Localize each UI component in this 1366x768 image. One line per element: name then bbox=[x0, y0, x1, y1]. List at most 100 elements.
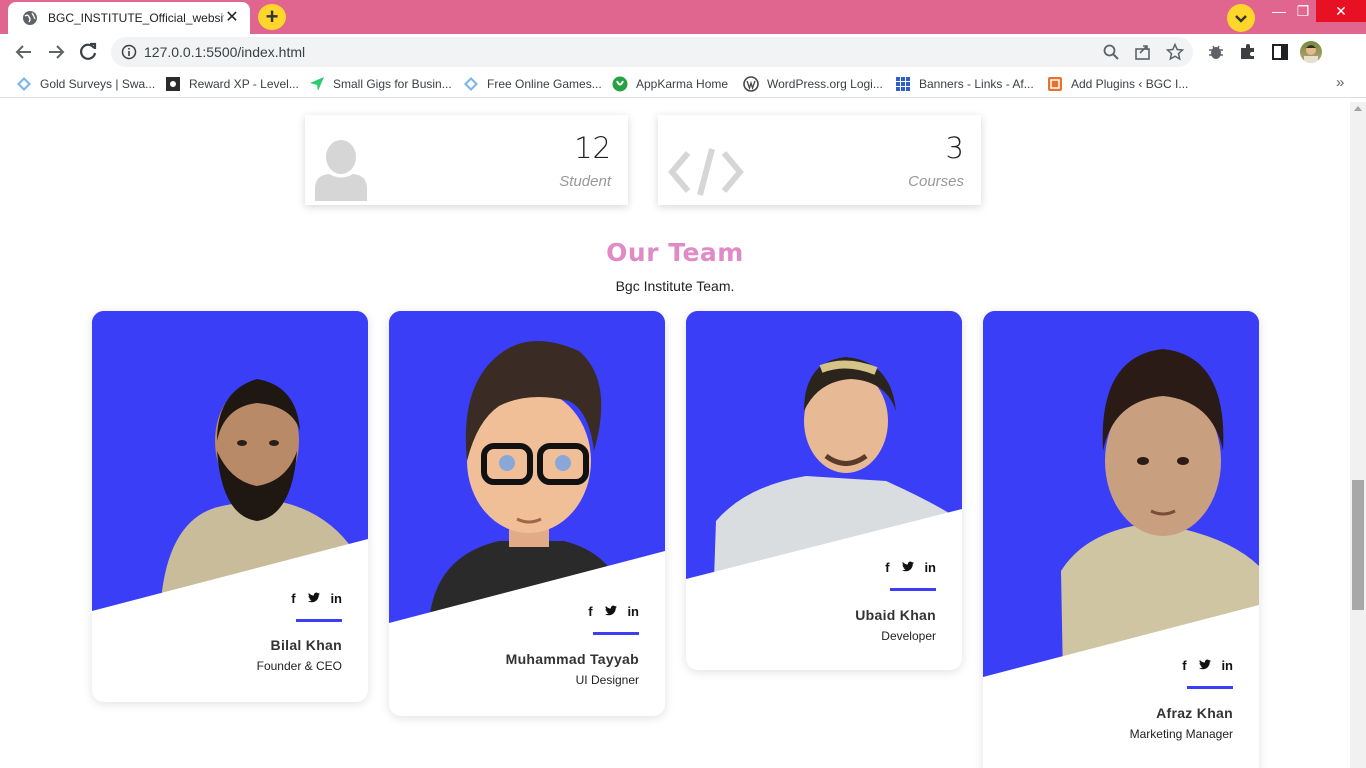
arrow-icon bbox=[310, 77, 324, 91]
profile-face-icon bbox=[1304, 45, 1318, 63]
stat-card-courses: 3 Courses bbox=[658, 115, 981, 205]
linkedin-icon[interactable]: in bbox=[924, 560, 936, 575]
bookmark-label: Free Online Games... bbox=[487, 77, 602, 91]
diamond-icon bbox=[17, 77, 31, 91]
member-role: Founder & CEO bbox=[256, 659, 342, 673]
linkedin-icon[interactable]: in bbox=[330, 591, 342, 606]
scrollbar-thumb[interactable] bbox=[1352, 480, 1364, 610]
back-icon[interactable] bbox=[12, 40, 36, 64]
share-icon[interactable] bbox=[1134, 43, 1152, 61]
browser-tab[interactable]: BGC_INSTITUTE_Official_website ✕ bbox=[8, 2, 250, 34]
section-title: Our Team bbox=[606, 238, 744, 267]
user-icon bbox=[315, 140, 367, 201]
facebook-icon[interactable]: f bbox=[882, 560, 892, 575]
chevron-down-icon bbox=[1235, 15, 1247, 23]
accent-underline bbox=[593, 632, 639, 635]
side-panel-icon[interactable] bbox=[1270, 42, 1290, 62]
member-photo bbox=[686, 311, 962, 579]
social-links: f in bbox=[882, 560, 936, 575]
reload-icon[interactable] bbox=[76, 40, 100, 64]
bookmark-star-icon[interactable] bbox=[1166, 43, 1184, 61]
globe-icon bbox=[23, 11, 37, 25]
bookmark-item[interactable]: Reward XP - Level... bbox=[165, 75, 299, 93]
diamond-icon bbox=[464, 77, 478, 91]
team-card-afraz: f in Afraz Khan Marketing Manager bbox=[983, 311, 1259, 768]
bookmark-item[interactable]: AppKarma Home bbox=[612, 75, 728, 93]
social-links: f in bbox=[585, 604, 639, 619]
member-photo bbox=[389, 311, 665, 623]
rewardxp-icon bbox=[166, 77, 180, 91]
zoom-icon[interactable] bbox=[1102, 43, 1120, 61]
bookmark-label: Reward XP - Level... bbox=[189, 77, 299, 91]
address-bar[interactable]: 127.0.0.1:5500/index.html bbox=[111, 37, 1193, 67]
site-info-icon[interactable] bbox=[121, 44, 137, 60]
accent-underline bbox=[1187, 686, 1233, 689]
member-name: Ubaid Khan bbox=[855, 607, 936, 623]
bookmark-label: Add Plugins ‹ BGC I... bbox=[1071, 77, 1189, 91]
bug-extension-icon[interactable] bbox=[1206, 42, 1226, 62]
close-window-button[interactable]: ✕ bbox=[1316, 0, 1366, 22]
scroll-up-arrow-icon[interactable] bbox=[1354, 106, 1362, 111]
forward-icon[interactable] bbox=[44, 40, 68, 64]
tab-search-button[interactable] bbox=[1227, 4, 1255, 32]
new-tab-button[interactable]: + bbox=[258, 4, 286, 30]
linkedin-icon[interactable]: in bbox=[627, 604, 639, 619]
tab-strip: BGC_INSTITUTE_Official_website ✕ + — ❐ ✕ bbox=[0, 0, 1366, 34]
page-scrollbar[interactable] bbox=[1350, 102, 1366, 768]
bookmark-label: AppKarma Home bbox=[636, 77, 729, 91]
appkarma-icon bbox=[612, 76, 628, 92]
stat-value: 3 bbox=[945, 131, 964, 165]
member-name: Muhammad Tayyab bbox=[505, 651, 639, 667]
social-links: f in bbox=[288, 591, 342, 606]
tab-close-button[interactable]: ✕ bbox=[224, 10, 240, 26]
wordpress-icon bbox=[743, 76, 759, 92]
member-role: UI Designer bbox=[575, 673, 639, 687]
accent-underline bbox=[890, 588, 936, 591]
bookmark-item[interactable]: Banners - Links - Af... bbox=[895, 75, 1034, 93]
team-card-ubaid: f in Ubaid Khan Developer bbox=[686, 311, 962, 670]
url-text[interactable]: 127.0.0.1:5500/index.html bbox=[144, 44, 305, 60]
team-card-tayyab: f in Muhammad Tayyab UI Designer bbox=[389, 311, 665, 716]
bookmarks-overflow-button[interactable]: » bbox=[1336, 74, 1344, 91]
accent-underline bbox=[296, 619, 342, 622]
member-photo bbox=[92, 311, 368, 611]
code-icon bbox=[668, 148, 744, 196]
stat-value: 12 bbox=[574, 131, 611, 165]
bookmark-label: WordPress.org Logi... bbox=[767, 77, 883, 91]
plugin-icon bbox=[1048, 77, 1062, 91]
bookmark-item[interactable]: WordPress.org Logi... bbox=[743, 75, 883, 93]
facebook-icon[interactable]: f bbox=[585, 604, 595, 619]
bookmark-label: Small Gigs for Busin... bbox=[333, 77, 452, 91]
team-card-bilal: f in Bilal Khan Founder & CEO bbox=[92, 311, 368, 702]
twitter-icon[interactable] bbox=[308, 591, 321, 606]
bookmark-item[interactable]: Add Plugins ‹ BGC I... bbox=[1047, 75, 1188, 93]
social-links: f in bbox=[1179, 658, 1233, 673]
member-photo bbox=[983, 311, 1259, 677]
linkedin-icon[interactable]: in bbox=[1221, 658, 1233, 673]
stat-card-students: 12 Student bbox=[305, 115, 628, 205]
browser-toolbar: 127.0.0.1:5500/index.html bbox=[0, 34, 1366, 70]
bookmark-label: Banners - Links - Af... bbox=[919, 77, 1034, 91]
bookmark-item[interactable]: Small Gigs for Busin... bbox=[309, 75, 452, 93]
bookmark-item[interactable]: Free Online Games... bbox=[463, 75, 602, 93]
grid-icon bbox=[896, 77, 910, 91]
twitter-icon[interactable] bbox=[605, 604, 618, 619]
section-subtitle: Bgc Institute Team. bbox=[615, 278, 735, 294]
member-name: Afraz Khan bbox=[1156, 705, 1233, 721]
facebook-icon[interactable]: f bbox=[1179, 658, 1189, 673]
facebook-icon[interactable]: f bbox=[288, 591, 298, 606]
profile-avatar[interactable] bbox=[1300, 41, 1322, 63]
bookmark-label: Gold Surveys | Swa... bbox=[40, 77, 156, 91]
puzzle-extensions-icon[interactable] bbox=[1238, 42, 1258, 62]
stat-label: Courses bbox=[908, 173, 964, 190]
stat-label: Student bbox=[559, 173, 611, 190]
twitter-icon[interactable] bbox=[902, 560, 915, 575]
bookmark-item[interactable]: Gold Surveys | Swa... bbox=[16, 75, 155, 93]
bookmarks-bar: Gold Surveys | Swa... Reward XP - Level.… bbox=[0, 70, 1366, 98]
member-role: Developer bbox=[881, 629, 936, 643]
member-name: Bilal Khan bbox=[270, 637, 342, 653]
page-viewport: 12 Student 3 Courses Our Team Bgc Instit… bbox=[0, 102, 1366, 768]
tab-title: BGC_INSTITUTE_Official_website bbox=[48, 11, 224, 25]
twitter-icon[interactable] bbox=[1199, 658, 1212, 673]
member-role: Marketing Manager bbox=[1129, 727, 1233, 741]
